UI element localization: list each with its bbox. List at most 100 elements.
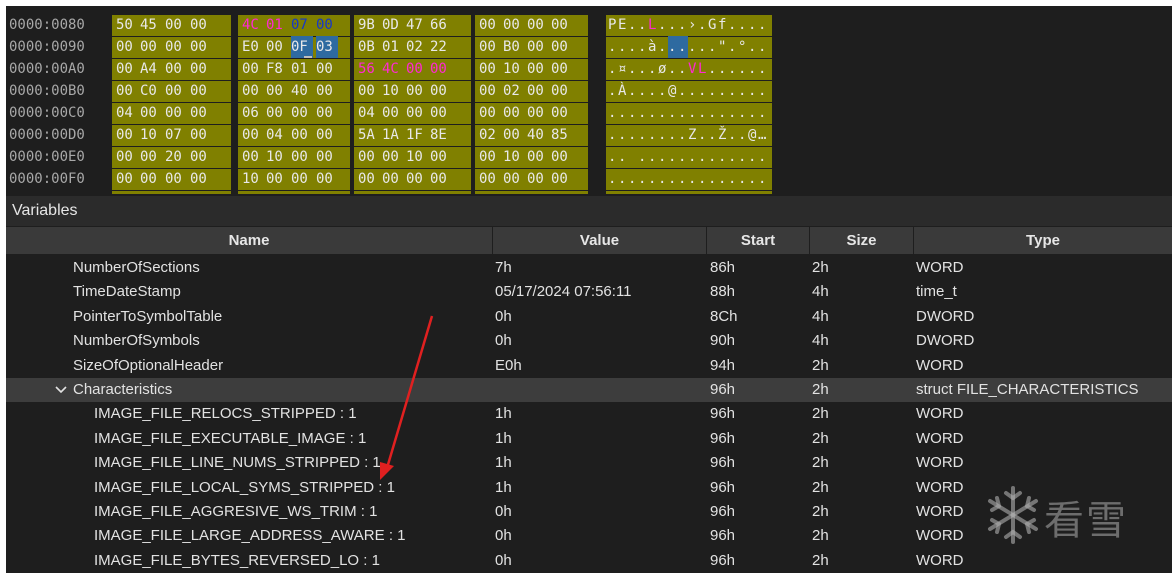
hex-byte[interactable]: 22 [430,36,452,58]
hex-byte[interactable]: 00 [291,168,313,190]
variable-row[interactable]: IMAGE_FILE_LINE_NUMS_STRIPPED : 1 1h 96h 2h… [6,451,1172,475]
ascii-char[interactable]: … [758,124,768,146]
hex-byte[interactable]: 50 [116,14,138,36]
ascii-char[interactable]: . [708,80,718,102]
ascii-char[interactable]: . [758,36,768,58]
hex-byte[interactable]: 00 [116,124,138,146]
hex-byte[interactable]: 00 [316,168,338,190]
ascii-char[interactable]: . [668,168,678,190]
variable-row[interactable]: PointerToSymbolTable 0h 8Ch 4h DWORD [6,305,1172,329]
ascii-char[interactable]: . [728,14,738,36]
ascii-char[interactable]: . [648,58,658,80]
hex-byte[interactable]: 00 [140,146,162,168]
ascii-char[interactable]: . [718,146,728,168]
hex-byte[interactable]: 00 [316,58,338,80]
ascii-char[interactable]: @ [668,80,678,102]
ascii-char[interactable]: f [718,14,728,36]
ascii-char[interactable]: . [688,80,698,102]
ascii-char[interactable]: . [728,168,738,190]
ascii-char[interactable]: . [748,14,758,36]
hex-byte[interactable]: 02 [406,36,428,58]
hex-byte[interactable]: 00 [190,80,212,102]
ascii-char[interactable]: . [748,80,758,102]
ascii-char[interactable]: . [628,190,638,194]
hex-byte[interactable]: 00 [316,146,338,168]
hex-byte[interactable]: 40 [527,124,549,146]
hex-byte[interactable]: 00 [140,36,162,58]
hex-byte[interactable]: 01 [266,14,288,36]
ascii-char[interactable]: . [678,58,688,80]
hex-byte[interactable]: 00 [551,80,573,102]
ascii-char[interactable]: . [608,190,618,194]
ascii-char[interactable]: . [738,80,748,102]
ascii-char[interactable]: à [648,36,658,58]
hex-byte[interactable]: 00 [316,80,338,102]
ascii-char[interactable]: . [698,146,708,168]
hex-byte[interactable]: 07 [291,14,313,36]
ascii-char[interactable]: . [668,36,678,58]
ascii-char[interactable]: . [648,124,658,146]
hex-byte[interactable]: 02 [479,124,501,146]
hex-byte[interactable]: 85 [551,124,573,146]
ascii-char[interactable]: . [648,168,658,190]
hex-byte[interactable]: 40 [291,80,313,102]
ascii-char[interactable]: Z [688,124,698,146]
ascii-char[interactable]: . [628,58,638,80]
ascii-char[interactable]: . [668,58,678,80]
hex-byte[interactable]: 00 [406,58,428,80]
column-header-value[interactable]: Value [493,227,707,254]
ascii-char[interactable]: . [738,124,748,146]
ascii-char[interactable]: . [628,80,638,102]
hex-byte[interactable]: 00 [291,190,313,194]
ascii-char[interactable]: . [708,102,718,124]
hex-byte[interactable]: 00 [503,14,525,36]
ascii-char[interactable]: . [708,58,718,80]
hex-byte[interactable]: 02 [165,190,187,194]
hex-byte[interactable]: 00 [190,124,212,146]
ascii-char[interactable]: . [708,168,718,190]
ascii-char[interactable]: . [638,36,648,58]
hex-byte[interactable]: 10 [503,146,525,168]
ascii-char[interactable]: ° [698,190,708,194]
hex-byte[interactable]: 00 [406,168,428,190]
hex-byte[interactable]: 9B [358,14,380,36]
hex-byte[interactable]: 00 [190,36,212,58]
hex-byte[interactable]: 00 [430,146,452,168]
ascii-char[interactable]: . [718,102,728,124]
hex-byte[interactable]: 00 [316,102,338,124]
hex-byte[interactable]: 00 [165,58,187,80]
hex-byte[interactable]: 07 [165,124,187,146]
ascii-char[interactable]: . [708,146,718,168]
hex-byte[interactable]: 00 [190,58,212,80]
ascii-char[interactable]: . [728,58,738,80]
hex-byte[interactable]: 00 [140,168,162,190]
ascii-char[interactable]: ø [658,58,668,80]
ascii-char[interactable]: . [688,168,698,190]
hex-byte[interactable]: 66 [430,14,452,36]
ascii-char[interactable]: . [678,102,688,124]
ascii-char[interactable]: . [708,190,718,194]
ascii-char[interactable]: . [638,168,648,190]
hex-byte[interactable]: 0D [382,14,404,36]
ascii-char[interactable]: . [638,14,648,36]
ascii-char[interactable]: . [658,36,668,58]
ascii-char[interactable]: P [608,14,618,36]
hex-byte[interactable]: 47 [406,14,428,36]
hex-byte[interactable]: 00 [527,168,549,190]
ascii-char[interactable]: . [738,168,748,190]
hex-byte[interactable]: 00 [527,80,549,102]
hex-byte[interactable]: 57 [503,190,525,194]
hex-byte[interactable]: 00 [116,36,138,58]
ascii-char[interactable]: . [688,190,698,194]
hex-byte[interactable]: 00 [242,80,264,102]
hex-byte[interactable]: 00 [479,58,501,80]
ascii-char[interactable]: . [758,14,768,36]
variable-row[interactable]: NumberOfSections 7h 86h 2h WORD [6,256,1172,280]
ascii-char[interactable]: . [728,80,738,102]
ascii-char[interactable]: . [648,102,658,124]
hex-byte[interactable]: 00 [116,146,138,168]
hex-byte[interactable]: 00 [479,102,501,124]
ascii-char[interactable]: . [648,80,658,102]
ascii-char[interactable]: E [618,14,628,36]
ascii-char[interactable]: . [608,58,618,80]
